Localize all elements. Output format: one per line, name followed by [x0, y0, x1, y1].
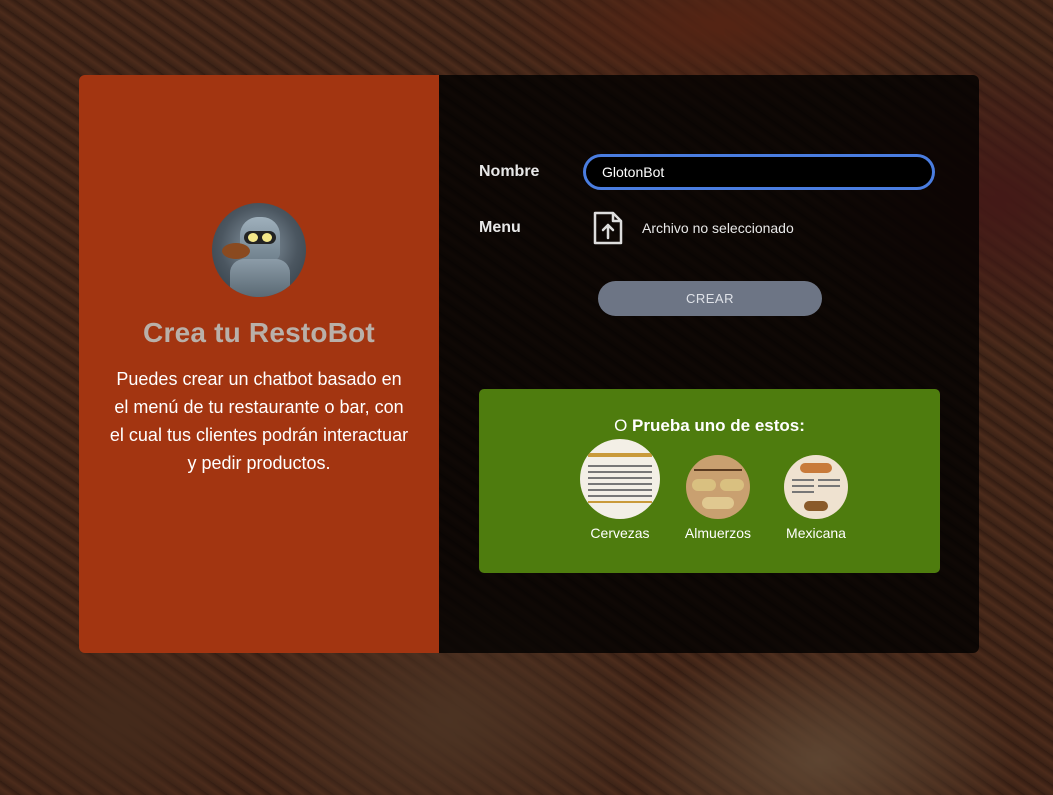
menu-label: Menu: [479, 219, 521, 236]
almuerzos-thumbnail[interactable]: [686, 455, 750, 519]
mexicana-thumbnail[interactable]: [784, 455, 848, 519]
sample-menus-title: O Prueba uno de estos:: [614, 416, 805, 435]
sample-label: Mexicana: [786, 525, 846, 541]
name-row: Nombre: [479, 154, 935, 190]
bot-avatar: [212, 203, 306, 297]
sample-mexicana[interactable]: Mexicana: [767, 455, 865, 541]
intro-description: Puedes crear un chatbot basado en el men…: [109, 369, 409, 473]
intro-panel: Crea tu RestoBot Puedes crear un chatbot…: [79, 75, 439, 653]
file-upload-icon[interactable]: [592, 210, 624, 246]
sample-menus-box: O Prueba uno de estos: Cervezas Almuerzo…: [479, 389, 940, 573]
sample-label: Cervezas: [590, 525, 650, 541]
menu-row: Menu Archivo no seleccionado: [479, 210, 794, 246]
sample-almuerzos[interactable]: Almuerzos: [669, 455, 767, 541]
name-input[interactable]: [583, 154, 935, 190]
sample-list: Cervezas Almuerzos Mexicana: [571, 439, 865, 541]
sample-label: Almuerzos: [684, 525, 752, 541]
cervezas-thumbnail[interactable]: [580, 439, 660, 519]
name-label: Nombre: [479, 163, 540, 180]
page-title: Crea tu RestoBot: [143, 317, 375, 348]
form-panel: Nombre Menu Archivo no seleccionado CREA…: [439, 75, 979, 653]
main-card: Crea tu RestoBot Puedes crear un chatbot…: [79, 75, 979, 653]
create-button[interactable]: CREAR: [598, 281, 822, 316]
file-status: Archivo no seleccionado: [642, 220, 794, 236]
sample-cervezas[interactable]: Cervezas: [571, 439, 669, 541]
